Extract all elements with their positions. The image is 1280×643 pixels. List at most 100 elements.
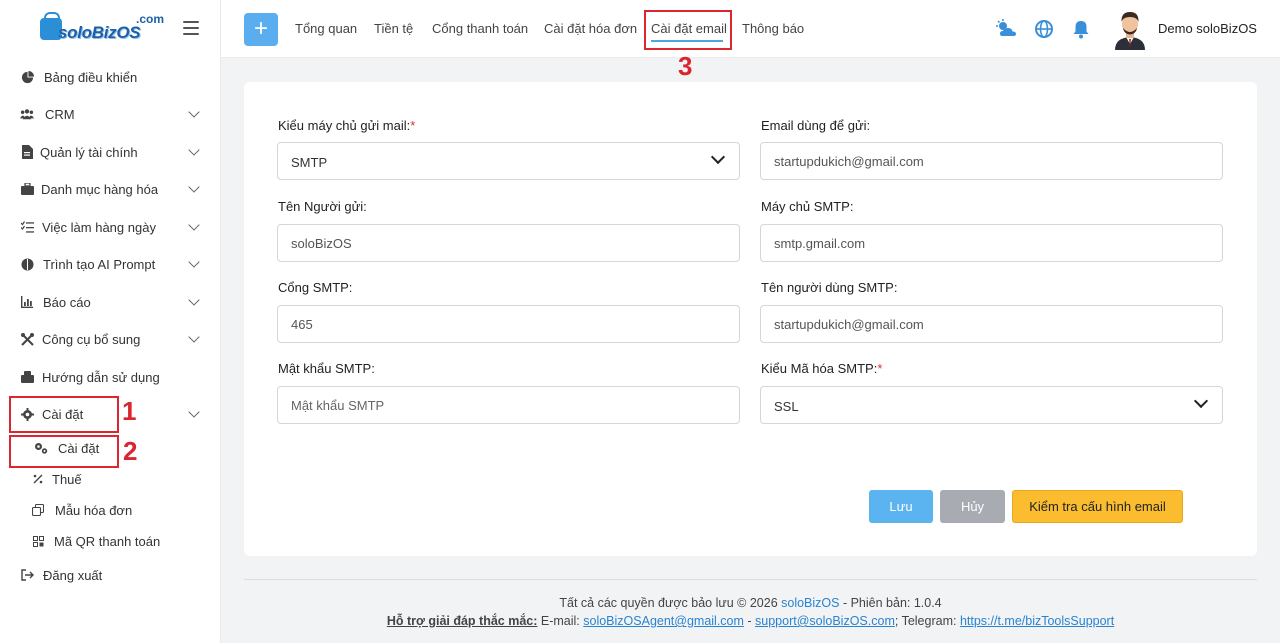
sidebar-item-label: Trình tạo AI Prompt <box>43 256 156 272</box>
sidebar-item-label: Báo cáo <box>43 294 91 310</box>
tab-overview[interactable]: Tổng quan <box>295 21 357 36</box>
logo-name-text: soloBizOS <box>58 23 141 42</box>
highlight-box-submenu-settings <box>9 435 119 468</box>
highlight-box-email-tab <box>644 10 732 50</box>
sidebar-item-label: Việc làm hàng ngày <box>42 219 156 235</box>
chevron-down-icon <box>1193 393 1209 409</box>
sidebar-item-label: Quản lý tài chính <box>40 144 138 160</box>
sender-name-field[interactable] <box>277 224 740 262</box>
submenu-item-label: Thuế <box>52 471 82 487</box>
users-icon <box>20 107 34 121</box>
globe-icon[interactable] <box>1034 19 1054 39</box>
annotation-step-1: 1 <box>122 396 137 426</box>
solobizos-logo[interactable]: .com soloBizOS <box>40 9 164 49</box>
top-navbar: + Tổng quan Tiền tệ Cổng thanh toán Cài … <box>221 0 1280 81</box>
server-type-value: SMTP <box>291 155 328 170</box>
annotation-step-2: 2 <box>123 436 138 466</box>
sidebar-item-finance[interactable]: Quản lý tài chính <box>0 137 221 167</box>
smtp-password-label: Mật khẩu SMTP: <box>278 361 375 376</box>
footer-support: Hỗ trợ giải đáp thắc mắc: E-mail: soloBi… <box>386 614 1115 628</box>
chevron-down-icon <box>188 406 200 418</box>
support-email-link-2[interactable]: support@soloBizOS.com <box>755 614 895 628</box>
copy-icon <box>31 503 45 517</box>
sidebar-item-guide[interactable]: Hướng dẫn sử dụng <box>0 362 221 392</box>
encryption-label: Kiểu Mã hóa SMTP:* <box>761 361 883 376</box>
tools-icon <box>20 332 34 346</box>
chevron-down-icon <box>188 256 200 268</box>
sidebar-item-label: Đăng xuất <box>43 567 103 583</box>
support-email-link-1[interactable]: soloBizOSAgent@gmail.com <box>583 614 744 628</box>
server-type-label: Kiểu máy chủ gửi mail:* <box>278 118 416 133</box>
chevron-down-icon <box>188 294 200 306</box>
user-avatar[interactable] <box>1113 8 1147 50</box>
add-button[interactable]: + <box>244 13 278 46</box>
percent-icon <box>31 472 45 486</box>
chevron-down-icon <box>188 219 200 231</box>
test-email-config-button[interactable]: Kiểm tra cấu hình email <box>1012 490 1183 523</box>
submenu-item-label: Mã QR thanh toán <box>54 533 161 549</box>
sidebar-item-logout[interactable]: Đăng xuất <box>0 560 221 590</box>
bell-icon[interactable] <box>1072 19 1092 39</box>
sidebar-item-label: Danh mục hàng hóa <box>41 181 159 197</box>
plus-icon: + <box>253 14 268 42</box>
bar-chart-icon <box>20 295 34 309</box>
sidebar-item-label: CRM <box>45 106 75 122</box>
submenu-item-invoice-template[interactable]: Mẫu hóa đơn <box>0 495 221 525</box>
smtp-password-field[interactable] <box>277 386 740 424</box>
checklist-icon <box>20 220 34 234</box>
sidebar-item-daily-tasks[interactable]: Việc làm hàng ngày <box>0 212 221 242</box>
support-label: Hỗ trợ giải đáp thắc mắc: <box>386 614 538 628</box>
cancel-button[interactable]: Hủy <box>940 490 1005 523</box>
sidebar-item-label: Bảng điều khiển <box>44 69 138 85</box>
encryption-value: SSL <box>774 399 799 414</box>
sidebar-item-label: Hướng dẫn sử dụng <box>42 369 160 385</box>
sidebar-item-ai-prompt[interactable]: Trình tạo AI Prompt <box>0 249 221 279</box>
sender-email-field[interactable] <box>760 142 1223 180</box>
document-icon <box>20 145 34 159</box>
email-settings-card: Kiểu máy chủ gửi mail:* SMTP Email dùng … <box>244 82 1257 556</box>
smtp-host-field[interactable] <box>760 224 1223 262</box>
pie-chart-icon <box>20 70 34 84</box>
submenu-item-tax[interactable]: Thuế <box>0 464 221 494</box>
footer-brand-link[interactable]: soloBizOS <box>781 596 839 610</box>
save-button[interactable]: Lưu <box>869 490 933 523</box>
telegram-link[interactable]: https://t.me/bizToolsSupport <box>960 614 1114 628</box>
sidebar-item-label: Công cụ bổ sung <box>42 331 141 347</box>
logout-icon <box>20 568 34 582</box>
footer-divider <box>244 579 1257 580</box>
qr-icon <box>31 534 45 548</box>
chevron-down-icon <box>188 106 200 118</box>
encryption-select[interactable]: SSL <box>760 386 1223 424</box>
chevron-down-icon <box>188 181 200 193</box>
sidebar-item-dashboard[interactable]: Bảng điều khiển <box>0 62 221 92</box>
submenu-item-qr-payment[interactable]: Mã QR thanh toán <box>0 526 221 556</box>
sender-name-label: Tên Người gửi: <box>278 199 367 214</box>
annotation-step-3: 3 <box>678 51 693 81</box>
tab-payment-gateway[interactable]: Cổng thanh toán <box>432 21 528 36</box>
guide-icon <box>20 370 34 384</box>
briefcase-icon <box>20 182 34 196</box>
footer-copyright: Tất cả các quyền được bảo lưu © 2026 sol… <box>559 596 942 610</box>
sidebar: .com soloBizOS Bảng điều khiển CRM Quản … <box>0 0 221 643</box>
chevron-down-icon <box>188 331 200 343</box>
tab-invoice-settings[interactable]: Cài đặt hóa đơn <box>544 21 637 36</box>
highlight-box-settings <box>9 396 119 433</box>
smtp-user-label: Tên người dùng SMTP: <box>761 280 898 295</box>
sidebar-item-reports[interactable]: Báo cáo <box>0 287 221 317</box>
smtp-port-field[interactable] <box>277 305 740 343</box>
ai-icon <box>20 257 34 271</box>
sidebar-item-crm[interactable]: CRM <box>0 99 221 129</box>
user-name[interactable]: Demo soloBizOS <box>1158 21 1257 36</box>
sidebar-item-tools[interactable]: Công cụ bổ sung <box>0 324 221 354</box>
smtp-port-label: Cổng SMTP: <box>278 280 353 295</box>
server-type-select[interactable]: SMTP <box>277 142 740 180</box>
sender-email-label: Email dùng để gửi: <box>761 118 871 133</box>
tab-currency[interactable]: Tiền tệ <box>374 21 413 36</box>
smtp-user-field[interactable] <box>760 305 1223 343</box>
tab-notifications[interactable]: Thông báo <box>742 21 804 36</box>
sidebar-item-products[interactable]: Danh mục hàng hóa <box>0 174 221 204</box>
chevron-down-icon <box>710 149 726 165</box>
submenu-item-label: Mẫu hóa đơn <box>55 502 133 518</box>
hamburger-menu-icon[interactable] <box>183 21 199 35</box>
weather-icon[interactable] <box>995 19 1016 39</box>
